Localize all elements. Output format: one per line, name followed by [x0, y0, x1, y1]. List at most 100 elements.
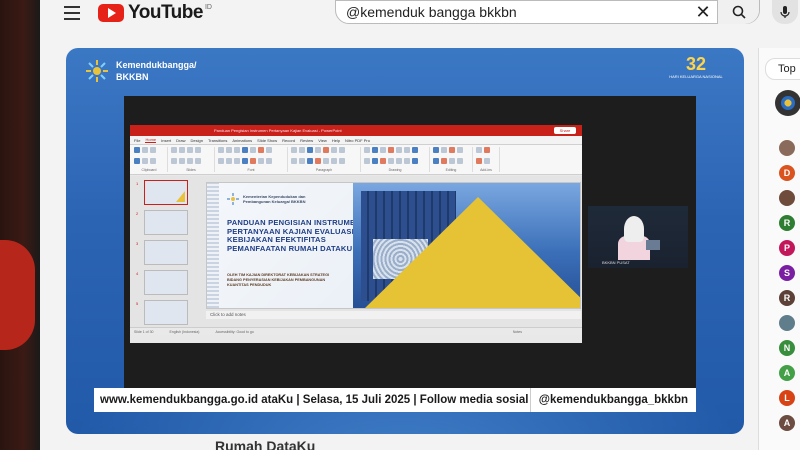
ribbon-button-icon[interactable]: [315, 157, 321, 164]
voice-search-button[interactable]: [772, 0, 798, 24]
ribbon-button-icon[interactable]: [179, 147, 185, 153]
channel-avatar[interactable]: [775, 90, 800, 116]
ribbon-button-icon[interactable]: [372, 157, 378, 164]
ribbon-tab[interactable]: View: [318, 138, 327, 143]
ribbon-button-icon[interactable]: [134, 157, 140, 164]
slide-thumbnail[interactable]: 4: [136, 270, 188, 295]
ribbon-tab[interactable]: File: [134, 138, 140, 143]
ribbon-button-icon[interactable]: [226, 157, 232, 164]
ribbon-button-icon[interactable]: [250, 157, 256, 164]
ribbon-button-icon[interactable]: [396, 147, 402, 153]
ribbon-tab[interactable]: Nitro PDF Pro: [345, 138, 370, 143]
chat-user-avatar[interactable]: N: [779, 340, 795, 356]
ribbon-button-icon[interactable]: [187, 157, 193, 164]
ribbon-button-icon[interactable]: [171, 157, 177, 164]
ribbon-button-icon[interactable]: [441, 157, 447, 164]
ribbon-button-icon[interactable]: [404, 147, 410, 153]
chat-user-avatar[interactable]: D: [779, 165, 795, 181]
chat-user-avatar[interactable]: A: [779, 365, 795, 381]
ribbon-button-icon[interactable]: [226, 147, 232, 153]
ribbon-button-icon[interactable]: [150, 147, 156, 153]
ribbon-button-icon[interactable]: [242, 147, 248, 153]
slide-thumbnail[interactable]: 3: [136, 240, 188, 265]
ribbon-button-icon[interactable]: [449, 157, 455, 164]
slide-thumbnail[interactable]: 1: [136, 180, 188, 205]
chat-user-avatar[interactable]: [779, 140, 795, 156]
ribbon-button-icon[interactable]: [291, 147, 297, 153]
hamburger-menu-icon[interactable]: [64, 6, 80, 20]
search-input[interactable]: [336, 4, 689, 20]
ribbon-button-icon[interactable]: [134, 147, 140, 153]
chat-user-avatar[interactable]: S: [779, 265, 795, 281]
ribbon-tab[interactable]: Insert: [161, 138, 171, 143]
ribbon-tab[interactable]: Help: [332, 138, 340, 143]
ribbon-button-icon[interactable]: [449, 147, 455, 153]
chat-user-avatar[interactable]: L: [779, 390, 795, 406]
ribbon-button-icon[interactable]: [339, 157, 345, 164]
ribbon-button-icon[interactable]: [187, 147, 193, 153]
ribbon-tab[interactable]: Review: [300, 138, 313, 143]
video-player[interactable]: Kemendukbangga/ BKKBN 32 HARI KELUARGA N…: [66, 48, 744, 434]
ribbon-button-icon[interactable]: [476, 157, 482, 164]
chat-user-avatar[interactable]: [779, 315, 795, 331]
ribbon-tab[interactable]: Slide Show: [257, 138, 277, 143]
ribbon-button-icon[interactable]: [195, 147, 201, 153]
ribbon-button-icon[interactable]: [412, 147, 418, 153]
ribbon-button-icon[interactable]: [331, 147, 337, 153]
youtube-logo[interactable]: YouTube ID: [98, 2, 212, 24]
ribbon-button-icon[interactable]: [323, 147, 329, 153]
ribbon-button-icon[interactable]: [179, 157, 185, 164]
ribbon-button-icon[interactable]: [258, 147, 264, 153]
ribbon-button-icon[interactable]: [242, 157, 248, 164]
ribbon-button-icon[interactable]: [218, 147, 224, 153]
ribbon-button-icon[interactable]: [388, 157, 394, 164]
current-slide[interactable]: Kementerian Kependudukan dan Pembangunan…: [206, 182, 581, 309]
chat-user-avatar[interactable]: [779, 190, 795, 206]
ribbon-button-icon[interactable]: [195, 157, 201, 164]
ribbon-button-icon[interactable]: [150, 157, 156, 164]
ribbon-button-icon[interactable]: [388, 147, 394, 153]
ribbon-button-icon[interactable]: [307, 157, 313, 164]
chat-user-avatar[interactable]: R: [779, 215, 795, 231]
ribbon-button-icon[interactable]: [404, 157, 410, 164]
ribbon-button-icon[interactable]: [339, 147, 345, 153]
ribbon-button-icon[interactable]: [218, 157, 224, 164]
ribbon-tab[interactable]: Design: [190, 138, 202, 143]
ribbon-button-icon[interactable]: [457, 157, 463, 164]
ribbon-button-icon[interactable]: [457, 147, 463, 153]
share-button[interactable]: Share: [554, 127, 576, 134]
ribbon-button-icon[interactable]: [266, 157, 272, 164]
ribbon-button-icon[interactable]: [323, 157, 329, 164]
ribbon-button-icon[interactable]: [331, 157, 337, 164]
chat-user-avatar[interactable]: P: [779, 240, 795, 256]
ribbon-button-icon[interactable]: [380, 147, 386, 153]
ribbon-tab[interactable]: Home: [145, 137, 157, 143]
ribbon-tab[interactable]: Animations: [232, 138, 252, 143]
ribbon-button-icon[interactable]: [380, 157, 386, 164]
ribbon-button-icon[interactable]: [364, 157, 370, 164]
ribbon-button-icon[interactable]: [266, 147, 272, 153]
ribbon-button-icon[interactable]: [396, 157, 402, 164]
close-icon[interactable]: ✕: [689, 1, 717, 23]
ribbon-button-icon[interactable]: [484, 157, 490, 164]
slide-thumbnail[interactable]: 5: [136, 300, 188, 325]
ribbon-button-icon[interactable]: [433, 147, 439, 153]
ribbon-button-icon[interactable]: [234, 157, 240, 164]
chat-user-avatar[interactable]: A: [779, 415, 795, 431]
status-notes[interactable]: Notes: [513, 328, 522, 335]
ribbon-button-icon[interactable]: [250, 147, 256, 153]
ribbon-button-icon[interactable]: [258, 157, 264, 164]
ribbon-button-icon[interactable]: [307, 147, 313, 153]
ribbon-tab[interactable]: Draw: [176, 138, 185, 143]
ribbon-button-icon[interactable]: [412, 157, 418, 164]
search-button[interactable]: [717, 0, 759, 24]
ribbon-button-icon[interactable]: [441, 147, 447, 153]
ribbon-button-icon[interactable]: [364, 147, 370, 153]
ribbon-button-icon[interactable]: [315, 147, 321, 153]
chat-user-avatar[interactable]: R: [779, 290, 795, 306]
ribbon-button-icon[interactable]: [433, 157, 439, 164]
slide-thumbnail[interactable]: 2: [136, 210, 188, 235]
ribbon-button-icon[interactable]: [142, 147, 148, 153]
ribbon-button-icon[interactable]: [299, 157, 305, 164]
notes-placeholder[interactable]: Click to add notes: [206, 311, 581, 319]
